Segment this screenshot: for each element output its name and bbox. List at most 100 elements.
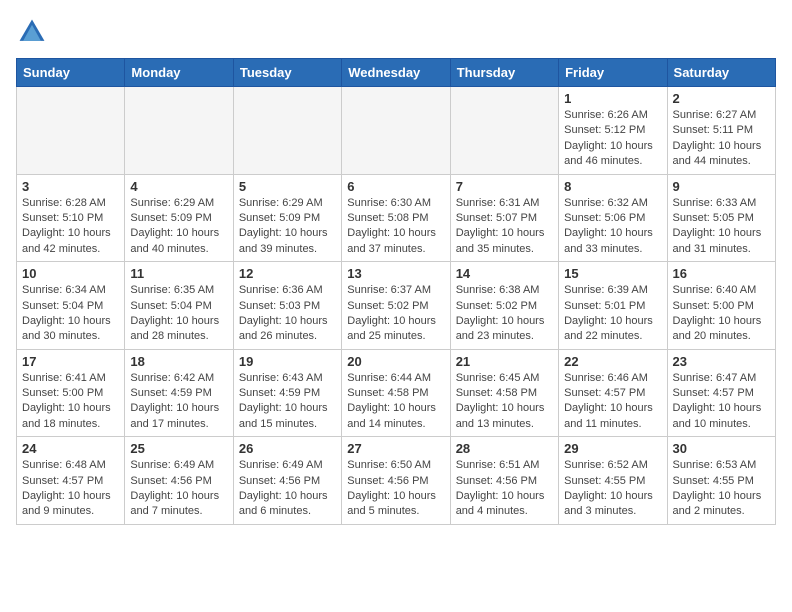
cell-content: Sunrise: 6:29 AMSunset: 5:09 PMDaylight:… xyxy=(239,196,336,258)
cell-content: Sunrise: 6:34 AMSunset: 5:04 PMDaylight:… xyxy=(22,283,119,345)
day-number: 17 xyxy=(22,354,119,369)
calendar-cell: 23Sunrise: 6:47 AMSunset: 4:57 PMDayligh… xyxy=(667,349,775,437)
day-number: 25 xyxy=(130,441,227,456)
day-number: 18 xyxy=(130,354,227,369)
cell-content: Sunrise: 6:43 AMSunset: 4:59 PMDaylight:… xyxy=(239,371,336,433)
calendar-cell xyxy=(125,87,233,175)
cell-content: Sunrise: 6:35 AMSunset: 5:04 PMDaylight:… xyxy=(130,283,227,345)
cell-content: Sunrise: 6:32 AMSunset: 5:06 PMDaylight:… xyxy=(564,196,661,258)
calendar-cell: 11 Sunrise: 6:35 AMSunset: 5:04 PMDayligh… xyxy=(125,262,233,350)
cell-content: Sunrise: 6:38 AMSunset: 5:02 PMDaylight:… xyxy=(456,283,553,345)
day-number: 6 xyxy=(347,179,444,194)
day-number: 11 xyxy=(130,266,227,281)
cell-content: Sunrise: 6:48 AMSunset: 4:57 PMDaylight:… xyxy=(22,458,119,520)
day-number: 29 xyxy=(564,441,661,456)
calendar-cell: 25 Sunrise: 6:49 AMSunset: 4:56 PMDayligh… xyxy=(125,437,233,525)
calendar-cell: 9 Sunrise: 6:33 AMSunset: 5:05 PMDaylight… xyxy=(667,174,775,262)
cell-content: Sunrise: 6:30 AMSunset: 5:08 PMDaylight:… xyxy=(347,196,444,258)
day-number: 9 xyxy=(673,179,770,194)
calendar-cell: 26 Sunrise: 6:49 AMSunset: 4:56 PMDayligh… xyxy=(233,437,341,525)
day-number: 16 xyxy=(673,266,770,281)
cell-content: Sunrise: 6:41 AMSunset: 5:00 PMDaylight:… xyxy=(22,371,119,433)
cell-content: Sunrise: 6:37 AMSunset: 5:02 PMDaylight:… xyxy=(347,283,444,345)
calendar-cell: 30 Sunrise: 6:53 AMSunset: 4:55 PMDayligh… xyxy=(667,437,775,525)
day-number: 1 xyxy=(564,91,661,106)
calendar-table: SundayMondayTuesdayWednesdayThursdayFrid… xyxy=(16,58,776,525)
logo xyxy=(16,16,52,48)
page-header xyxy=(16,16,776,48)
cell-content: Sunrise: 6:47 AMSunset: 4:57 PMDaylight:… xyxy=(673,371,770,433)
day-number: 20 xyxy=(347,354,444,369)
calendar-day-header: Monday xyxy=(125,59,233,87)
day-number: 7 xyxy=(456,179,553,194)
day-number: 3 xyxy=(22,179,119,194)
calendar-day-header: Saturday xyxy=(667,59,775,87)
calendar-cell: 13 Sunrise: 6:37 AMSunset: 5:02 PMDayligh… xyxy=(342,262,450,350)
calendar-day-header: Friday xyxy=(559,59,667,87)
cell-content: Sunrise: 6:49 AMSunset: 4:56 PMDaylight:… xyxy=(130,458,227,520)
calendar-cell xyxy=(233,87,341,175)
cell-content: Sunrise: 6:36 AMSunset: 5:03 PMDaylight:… xyxy=(239,283,336,345)
day-number: 10 xyxy=(22,266,119,281)
day-number: 19 xyxy=(239,354,336,369)
cell-content: Sunrise: 6:26 AMSunset: 5:12 PMDaylight:… xyxy=(564,108,661,170)
calendar-cell: 10 Sunrise: 6:34 AMSunset: 5:04 PMDayligh… xyxy=(17,262,125,350)
calendar-cell: 16Sunrise: 6:40 AMSunset: 5:00 PMDayligh… xyxy=(667,262,775,350)
day-number: 8 xyxy=(564,179,661,194)
cell-content: Sunrise: 6:28 AMSunset: 5:10 PMDaylight:… xyxy=(22,196,119,258)
day-number: 15 xyxy=(564,266,661,281)
calendar-cell: 2 Sunrise: 6:27 AMSunset: 5:11 PMDaylight… xyxy=(667,87,775,175)
cell-content: Sunrise: 6:50 AMSunset: 4:56 PMDaylight:… xyxy=(347,458,444,520)
calendar-cell: 22 Sunrise: 6:46 AMSunset: 4:57 PMDayligh… xyxy=(559,349,667,437)
calendar-week-row: 17 Sunrise: 6:41 AMSunset: 5:00 PMDayligh… xyxy=(17,349,776,437)
day-number: 24 xyxy=(22,441,119,456)
calendar-cell xyxy=(17,87,125,175)
calendar-cell: 8 Sunrise: 6:32 AMSunset: 5:06 PMDaylight… xyxy=(559,174,667,262)
day-number: 14 xyxy=(456,266,553,281)
day-number: 2 xyxy=(673,91,770,106)
day-number: 4 xyxy=(130,179,227,194)
day-number: 5 xyxy=(239,179,336,194)
day-number: 28 xyxy=(456,441,553,456)
day-number: 26 xyxy=(239,441,336,456)
calendar-cell xyxy=(450,87,558,175)
calendar-header-row: SundayMondayTuesdayWednesdayThursdayFrid… xyxy=(17,59,776,87)
day-number: 30 xyxy=(673,441,770,456)
calendar-week-row: 24 Sunrise: 6:48 AMSunset: 4:57 PMDayligh… xyxy=(17,437,776,525)
calendar-cell: 3 Sunrise: 6:28 AMSunset: 5:10 PMDaylight… xyxy=(17,174,125,262)
calendar-week-row: 3 Sunrise: 6:28 AMSunset: 5:10 PMDaylight… xyxy=(17,174,776,262)
calendar-cell: 20 Sunrise: 6:44 AMSunset: 4:58 PMDayligh… xyxy=(342,349,450,437)
cell-content: Sunrise: 6:29 AMSunset: 5:09 PMDaylight:… xyxy=(130,196,227,258)
calendar-cell: 5 Sunrise: 6:29 AMSunset: 5:09 PMDaylight… xyxy=(233,174,341,262)
calendar-cell: 6 Sunrise: 6:30 AMSunset: 5:08 PMDaylight… xyxy=(342,174,450,262)
day-number: 21 xyxy=(456,354,553,369)
calendar-week-row: 1 Sunrise: 6:26 AMSunset: 5:12 PMDaylight… xyxy=(17,87,776,175)
cell-content: Sunrise: 6:53 AMSunset: 4:55 PMDaylight:… xyxy=(673,458,770,520)
calendar-cell: 19 Sunrise: 6:43 AMSunset: 4:59 PMDayligh… xyxy=(233,349,341,437)
day-number: 22 xyxy=(564,354,661,369)
calendar-cell: 18 Sunrise: 6:42 AMSunset: 4:59 PMDayligh… xyxy=(125,349,233,437)
cell-content: Sunrise: 6:39 AMSunset: 5:01 PMDaylight:… xyxy=(564,283,661,345)
cell-content: Sunrise: 6:42 AMSunset: 4:59 PMDaylight:… xyxy=(130,371,227,433)
calendar-cell xyxy=(342,87,450,175)
calendar-cell: 14 Sunrise: 6:38 AMSunset: 5:02 PMDayligh… xyxy=(450,262,558,350)
cell-content: Sunrise: 6:44 AMSunset: 4:58 PMDaylight:… xyxy=(347,371,444,433)
calendar-cell: 7 Sunrise: 6:31 AMSunset: 5:07 PMDaylight… xyxy=(450,174,558,262)
cell-content: Sunrise: 6:46 AMSunset: 4:57 PMDaylight:… xyxy=(564,371,661,433)
calendar-cell: 27Sunrise: 6:50 AMSunset: 4:56 PMDayligh… xyxy=(342,437,450,525)
cell-content: Sunrise: 6:33 AMSunset: 5:05 PMDaylight:… xyxy=(673,196,770,258)
cell-content: Sunrise: 6:27 AMSunset: 5:11 PMDaylight:… xyxy=(673,108,770,170)
cell-content: Sunrise: 6:31 AMSunset: 5:07 PMDaylight:… xyxy=(456,196,553,258)
cell-content: Sunrise: 6:51 AMSunset: 4:56 PMDaylight:… xyxy=(456,458,553,520)
calendar-cell: 28 Sunrise: 6:51 AMSunset: 4:56 PMDayligh… xyxy=(450,437,558,525)
calendar-day-header: Sunday xyxy=(17,59,125,87)
calendar-week-row: 10 Sunrise: 6:34 AMSunset: 5:04 PMDayligh… xyxy=(17,262,776,350)
calendar-day-header: Wednesday xyxy=(342,59,450,87)
calendar-day-header: Thursday xyxy=(450,59,558,87)
cell-content: Sunrise: 6:45 AMSunset: 4:58 PMDaylight:… xyxy=(456,371,553,433)
day-number: 12 xyxy=(239,266,336,281)
day-number: 13 xyxy=(347,266,444,281)
cell-content: Sunrise: 6:49 AMSunset: 4:56 PMDaylight:… xyxy=(239,458,336,520)
calendar-cell: 15 Sunrise: 6:39 AMSunset: 5:01 PMDayligh… xyxy=(559,262,667,350)
logo-icon xyxy=(16,16,48,48)
